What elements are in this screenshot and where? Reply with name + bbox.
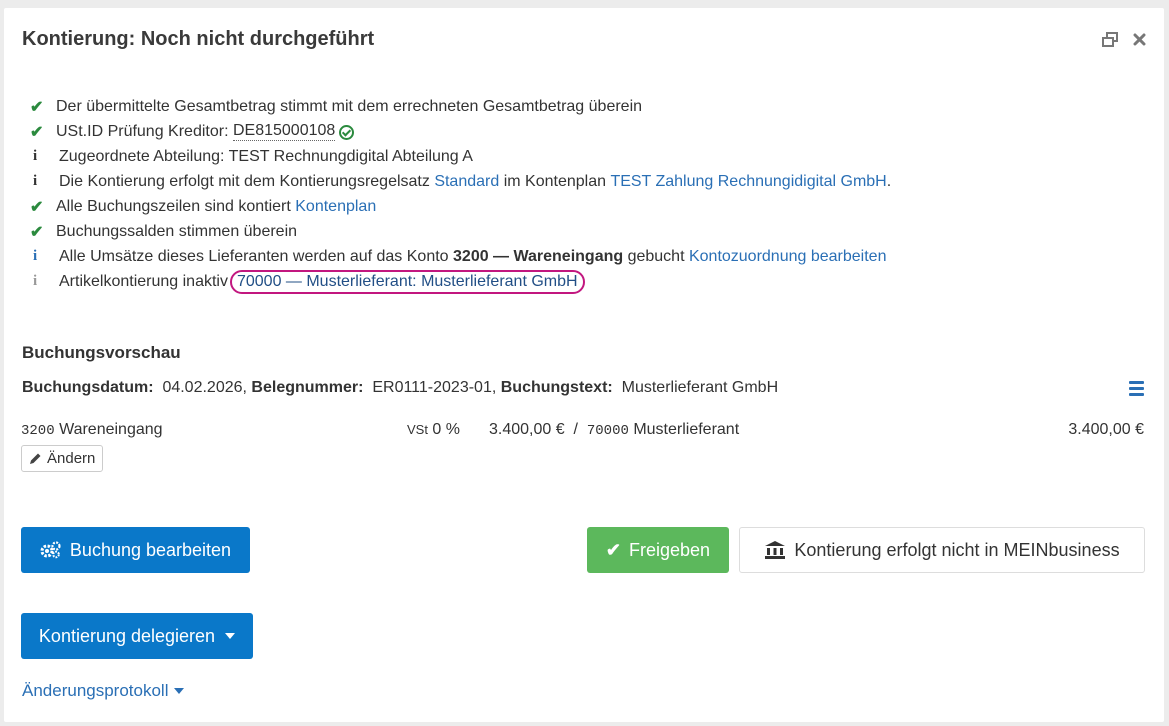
- hamburger-menu-icon[interactable]: [1129, 381, 1144, 399]
- check-icon: ✔: [605, 539, 622, 560]
- close-icon[interactable]: [1133, 33, 1146, 50]
- external-booking-button[interactable]: Kontierung erfolgt nicht in MEINbusiness: [739, 527, 1145, 573]
- restore-window-icon[interactable]: [1102, 32, 1119, 51]
- booking-total: 3.400,00 €: [1068, 421, 1144, 438]
- approve-button[interactable]: ✔ Freigeben: [587, 527, 729, 573]
- edit-account-assignment-link[interactable]: Kontozuordnung bearbeiten: [689, 248, 887, 266]
- check-row-total: ✔ Der übermittelte Gesamtbetrag stimmt m…: [30, 97, 643, 116]
- caret-down-icon: [174, 688, 185, 694]
- edit-booking-button[interactable]: Buchung bearbeiten: [21, 527, 250, 573]
- caret-down-icon: [225, 633, 236, 639]
- preview-meta: Buchungsdatum: 04.02.2026, Belegnummer: …: [22, 379, 779, 396]
- check-row-article: i Artikelkontierung inaktiv 70000 — Must…: [30, 269, 891, 294]
- check-icon: ✔: [30, 98, 44, 116]
- dialog-title: Kontierung: Noch nicht durchgeführt: [22, 28, 375, 50]
- check-icon: ✔: [30, 198, 44, 216]
- ruleset-link[interactable]: Standard: [434, 173, 499, 191]
- check-list: ✔ Der übermittelte Gesamtbetrag stimmt m…: [30, 94, 891, 294]
- info-icon: i: [33, 173, 38, 189]
- kontenplan-company-link[interactable]: TEST Zahlung Rechnungidigital GmbH: [610, 173, 886, 191]
- preview-title: Buchungsvorschau: [22, 343, 181, 362]
- check-row-balances: ✔ Buchungssalden stimmen überein: [30, 222, 298, 241]
- gears-icon: [40, 541, 61, 559]
- check-row-ustid: ✔ USt.ID Prüfung Kreditor: DE815000108: [30, 119, 891, 144]
- pencil-icon: [30, 453, 41, 464]
- booking-account: 3200 Wareneingang: [21, 421, 163, 439]
- change-button[interactable]: Ändern: [21, 445, 104, 472]
- kontierung-dialog: Kontierung: Noch nicht durchgeführt ✔ De…: [4, 8, 1164, 722]
- delegate-dropdown-button[interactable]: Kontierung delegieren: [21, 613, 253, 659]
- check-row-ruleset: i Die Kontierung erfolgt mit dem Kontier…: [30, 169, 891, 194]
- check-row-lines: ✔ Alle Buchungszeilen sind kontiert Kont…: [30, 197, 377, 216]
- info-icon: i: [33, 248, 38, 264]
- bank-icon: [765, 541, 786, 559]
- check-row-account: i Alle Umsätze dieses Lieferanten werden…: [30, 244, 891, 269]
- info-icon: i: [33, 148, 38, 164]
- info-icon: i: [33, 273, 38, 289]
- change-log-link[interactable]: Änderungsprotokoll: [22, 681, 185, 701]
- kontenplan-link[interactable]: Kontenplan: [295, 198, 376, 216]
- booking-vst: VSt 0 %: [407, 421, 460, 438]
- window-controls: [1102, 32, 1146, 51]
- booking-amount-creditor: 3.400,00 € / 70000 Musterlieferant: [489, 421, 740, 439]
- check-row-department: i Zugeordnete Abteilung: TEST Rechnungdi…: [30, 144, 891, 169]
- check-icon: ✔: [30, 123, 44, 141]
- ustid-value: DE815000108: [232, 122, 336, 141]
- account-bold: 3200 — Wareneingang: [453, 247, 624, 265]
- creditor-link[interactable]: 70000 — Musterlieferant: Musterlieferant…: [229, 269, 585, 294]
- check-icon: ✔: [30, 223, 44, 241]
- check-circle-icon: [339, 125, 355, 140]
